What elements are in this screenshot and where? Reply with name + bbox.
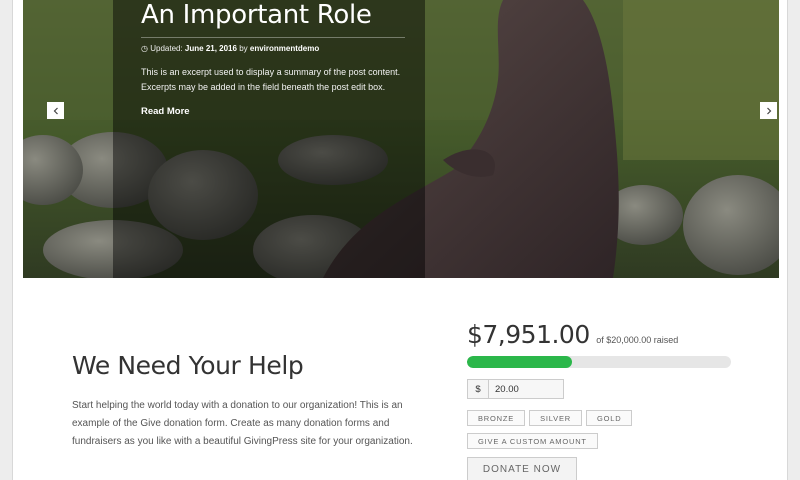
slider-prev-button[interactable] xyxy=(47,102,64,119)
donate-now-button[interactable]: DONATE NOW xyxy=(467,457,577,480)
currency-symbol: $ xyxy=(468,380,489,398)
hero-slider: An Important Role ◷ Updated: June 21, 20… xyxy=(23,0,779,278)
custom-amount-button[interactable]: GIVE A CUSTOM AMOUNT xyxy=(467,433,598,449)
donation-levels: BRONZE SILVER GOLD xyxy=(467,410,633,426)
goal-text: of $20,000.00 raised xyxy=(596,335,679,345)
post-author[interactable]: environmentdemo xyxy=(250,44,319,53)
slide-title: An Important Role xyxy=(141,0,372,30)
level-silver-button[interactable]: SILVER xyxy=(529,410,582,426)
help-text: Start helping the world today with a don… xyxy=(72,400,413,447)
slide-caption: An Important Role ◷ Updated: June 21, 20… xyxy=(113,0,425,278)
clock-icon: ◷ xyxy=(141,44,148,53)
level-bronze-button[interactable]: BRONZE xyxy=(467,410,526,426)
chevron-left-icon xyxy=(53,107,58,114)
donation-amount-field: $ xyxy=(467,379,564,399)
read-more-link[interactable]: Read More xyxy=(141,106,190,117)
page-frame: An Important Role ◷ Updated: June 21, 20… xyxy=(12,0,788,480)
meta-by: by xyxy=(239,44,248,53)
post-date: June 21, 2016 xyxy=(184,44,237,53)
meta-prefix: Updated: xyxy=(150,44,183,53)
donation-progress-bar xyxy=(467,356,731,368)
amount-input[interactable] xyxy=(489,380,563,398)
slide-excerpt: This is an excerpt used to display a sum… xyxy=(141,67,401,92)
level-gold-button[interactable]: GOLD xyxy=(585,410,633,426)
slider-next-button[interactable] xyxy=(760,102,777,119)
progress-fill xyxy=(467,356,572,368)
help-title: We Need Your Help xyxy=(72,351,304,380)
chevron-right-icon xyxy=(766,107,771,114)
donation-progress-summary: $7,951.00 of $20,000.00 raised xyxy=(467,320,678,349)
post-meta: ◷ Updated: June 21, 2016 by environmentd… xyxy=(141,43,405,55)
raised-amount: $7,951.00 xyxy=(467,320,590,349)
caption-divider xyxy=(141,37,405,38)
